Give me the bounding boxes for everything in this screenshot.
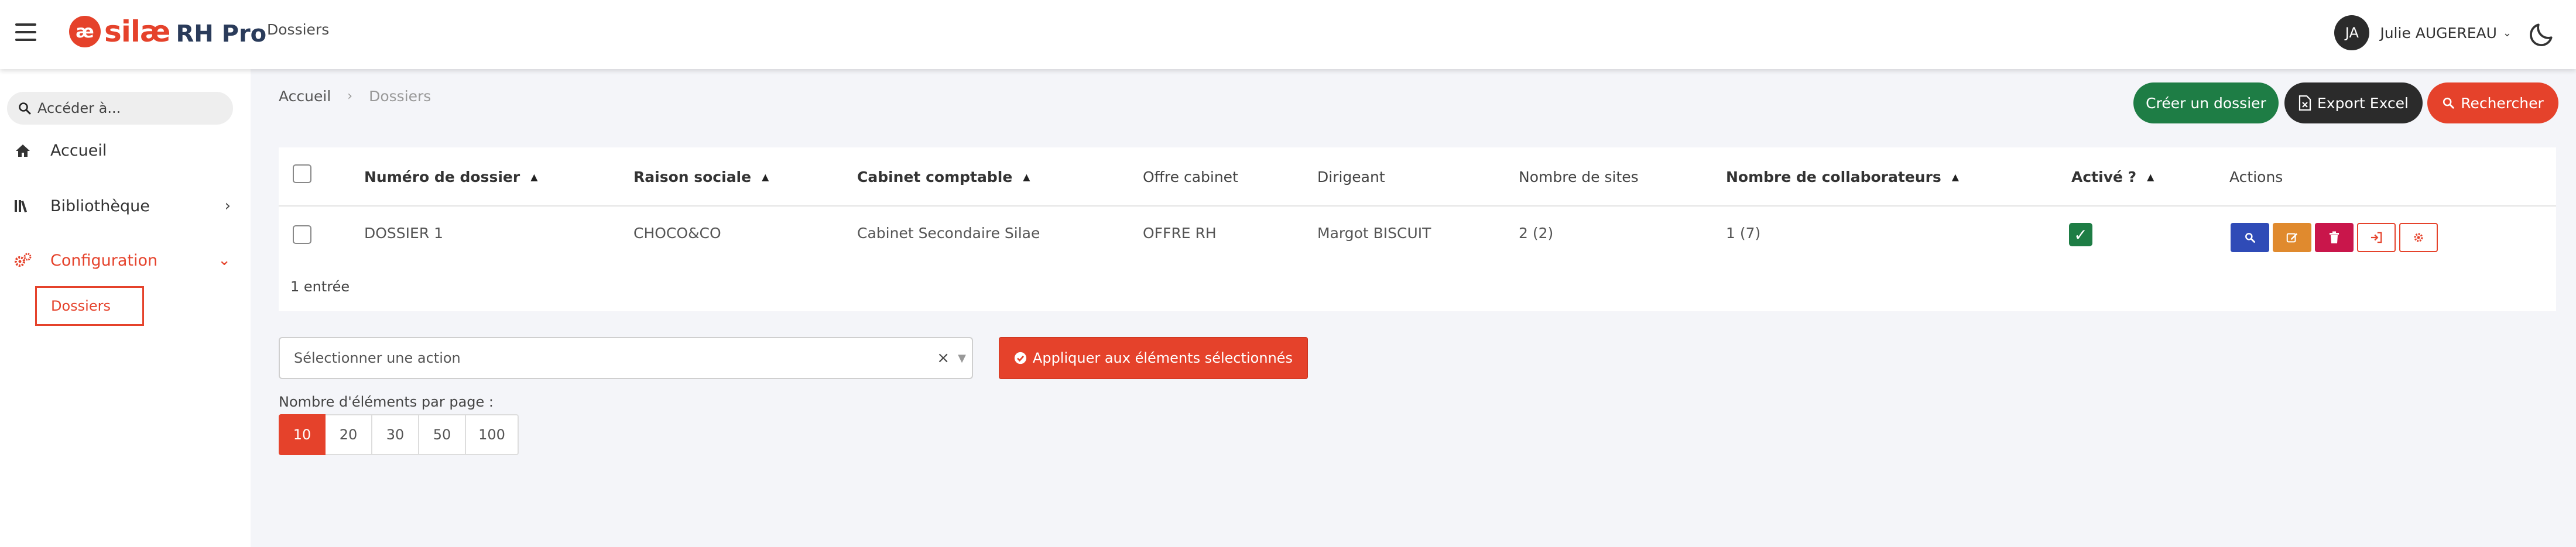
search-icon <box>2245 233 2255 243</box>
active-check-icon: ✓ <box>2069 223 2092 246</box>
cell-cabinet: Cabinet Secondaire Silae <box>857 224 1040 242</box>
cell-sites: 2 (2) <box>1519 224 1554 242</box>
breadcrumb-separator: › <box>347 89 353 104</box>
logo-text: silæ <box>104 15 170 49</box>
select-all-checkbox[interactable] <box>293 164 311 183</box>
library-icon <box>14 199 32 213</box>
search-input[interactable] <box>37 100 225 116</box>
sort-up-icon: ▲ <box>1951 171 1960 183</box>
bulk-action-placeholder: Sélectionner une action <box>294 350 461 366</box>
dossiers-table: Numéro de dossier ▲ Raison sociale ▲ Cabin… <box>279 147 2556 311</box>
column-header-active[interactable]: Activé ? ▲ <box>2071 147 2154 207</box>
edit-button[interactable] <box>2273 223 2311 252</box>
export-excel-label: Export Excel <box>2317 94 2409 112</box>
breadcrumb: Accueil › Dossiers <box>279 88 431 105</box>
moon-icon[interactable] <box>2527 20 2556 49</box>
column-label: Nombre de collaborateurs <box>1726 168 1941 185</box>
sidebar-subitem-dossiers[interactable]: Dossiers <box>35 286 144 326</box>
search-label: Rechercher <box>2461 94 2544 112</box>
apply-selection-button[interactable]: Appliquer aux éléments sélectionnés <box>999 337 1308 379</box>
column-header-collaborateurs[interactable]: Nombre de collaborateurs ▲ <box>1726 147 1959 207</box>
per-page-selector: 10 20 30 50 100 <box>279 414 519 455</box>
chevron-down-icon: ⌄ <box>2502 26 2512 39</box>
gear-icon <box>2414 233 2423 242</box>
apply-selection-label: Appliquer aux éléments sélectionnés <box>1032 350 1293 366</box>
check-circle-icon <box>1014 352 1027 364</box>
user-menu[interactable]: JA Julie AUGEREAU ⌄ <box>2334 15 2512 50</box>
per-page-option-50[interactable]: 50 <box>419 414 466 455</box>
sort-up-icon: ▲ <box>1023 171 1030 183</box>
per-page-option-20[interactable]: 20 <box>326 414 372 455</box>
clear-icon[interactable]: × <box>937 349 950 367</box>
create-dossier-label: Créer un dossier <box>2146 94 2266 112</box>
column-header-numero[interactable]: Numéro de dossier ▲ <box>364 147 538 207</box>
app-logo[interactable]: æ silæ RH Pro <box>69 14 266 49</box>
sidebar-search[interactable] <box>7 92 233 125</box>
sort-up-icon: ▲ <box>2147 171 2154 183</box>
avatar: JA <box>2334 15 2370 50</box>
top-bar: æ silæ RH Pro Dossiers JA Julie AUGEREAU… <box>0 0 2576 69</box>
sort-up-icon: ▲ <box>762 171 769 183</box>
column-header-actions: Actions <box>2229 168 2283 185</box>
delete-button[interactable] <box>2315 223 2354 252</box>
table-row: DOSSIER 1 CHOCO&CO Cabinet Secondaire Si… <box>279 208 2556 265</box>
sidebar-item-label: Configuration <box>50 251 158 270</box>
cell-collaborateurs: 1 (7) <box>1726 224 1761 242</box>
cell-raison: CHOCO&CO <box>633 224 721 242</box>
per-page-option-10[interactable]: 10 <box>279 414 326 455</box>
logo-mark: æ <box>69 16 101 47</box>
search-icon <box>2443 97 2454 109</box>
gears-icon <box>14 253 32 268</box>
sidebar: Accueil Bibliothèque › Configuration ⌄ D… <box>0 69 251 547</box>
column-header-cabinet[interactable]: Cabinet comptable ▲ <box>857 147 1030 207</box>
sidebar-item-label: Accueil <box>50 141 107 160</box>
trash-icon <box>2330 231 2339 243</box>
sidebar-item-label: Bibliothèque <box>50 197 150 215</box>
sort-up-icon: ▲ <box>530 171 538 183</box>
entries-count: 1 entrée <box>290 278 350 295</box>
column-label: Raison sociale <box>633 168 752 185</box>
per-page-option-100[interactable]: 100 <box>466 414 519 455</box>
breadcrumb-current: Dossiers <box>369 88 431 105</box>
column-label: Numéro de dossier <box>364 168 520 185</box>
column-header-sites: Nombre de sites <box>1519 168 1639 185</box>
row-checkbox[interactable] <box>293 225 311 244</box>
sidebar-item-accueil[interactable]: Accueil <box>14 136 231 165</box>
column-header-dirigeant: Dirigeant <box>1317 168 1385 185</box>
cell-dirigeant: Margot BISCUIT <box>1317 224 1431 242</box>
user-name: Julie AUGEREAU <box>2380 24 2497 42</box>
chevron-down-icon: ⌄ <box>218 252 231 269</box>
breadcrumb-home[interactable]: Accueil <box>279 88 331 105</box>
view-button[interactable] <box>2231 223 2269 252</box>
login-button[interactable] <box>2357 223 2396 252</box>
menu-icon[interactable] <box>15 23 36 41</box>
chevron-right-icon: › <box>224 197 231 215</box>
excel-file-icon <box>2298 95 2311 111</box>
sign-in-icon <box>2371 232 2382 243</box>
bulk-action-select[interactable]: Sélectionner une action × ▼ <box>279 337 973 379</box>
cell-offre: OFFRE RH <box>1143 224 1217 242</box>
per-page-label: Nombre d'éléments par page : <box>279 394 494 410</box>
cell-numero: DOSSIER 1 <box>364 224 444 242</box>
settings-button[interactable] <box>2399 223 2438 252</box>
column-header-raison[interactable]: Raison sociale ▲ <box>633 147 769 207</box>
column-header-offre: Offre cabinet <box>1143 168 1238 185</box>
column-label: Cabinet comptable <box>857 168 1013 185</box>
chevron-down-icon: ▼ <box>958 352 966 364</box>
logo-suffix: RH Pro <box>176 20 267 47</box>
per-page-option-30[interactable]: 30 <box>372 414 419 455</box>
sidebar-item-configuration[interactable]: Configuration ⌄ <box>14 246 231 275</box>
home-icon <box>14 143 32 157</box>
create-dossier-button[interactable]: Créer un dossier <box>2133 82 2279 123</box>
edit-icon <box>2286 233 2298 243</box>
sidebar-item-bibliotheque[interactable]: Bibliothèque › <box>14 191 231 221</box>
search-icon <box>19 102 31 115</box>
table-header: Numéro de dossier ▲ Raison sociale ▲ Cabin… <box>279 147 2556 207</box>
page-title: Dossiers <box>267 21 330 38</box>
search-button[interactable]: Rechercher <box>2427 82 2558 123</box>
export-excel-button[interactable]: Export Excel <box>2284 82 2423 123</box>
column-label: Activé ? <box>2071 168 2137 185</box>
